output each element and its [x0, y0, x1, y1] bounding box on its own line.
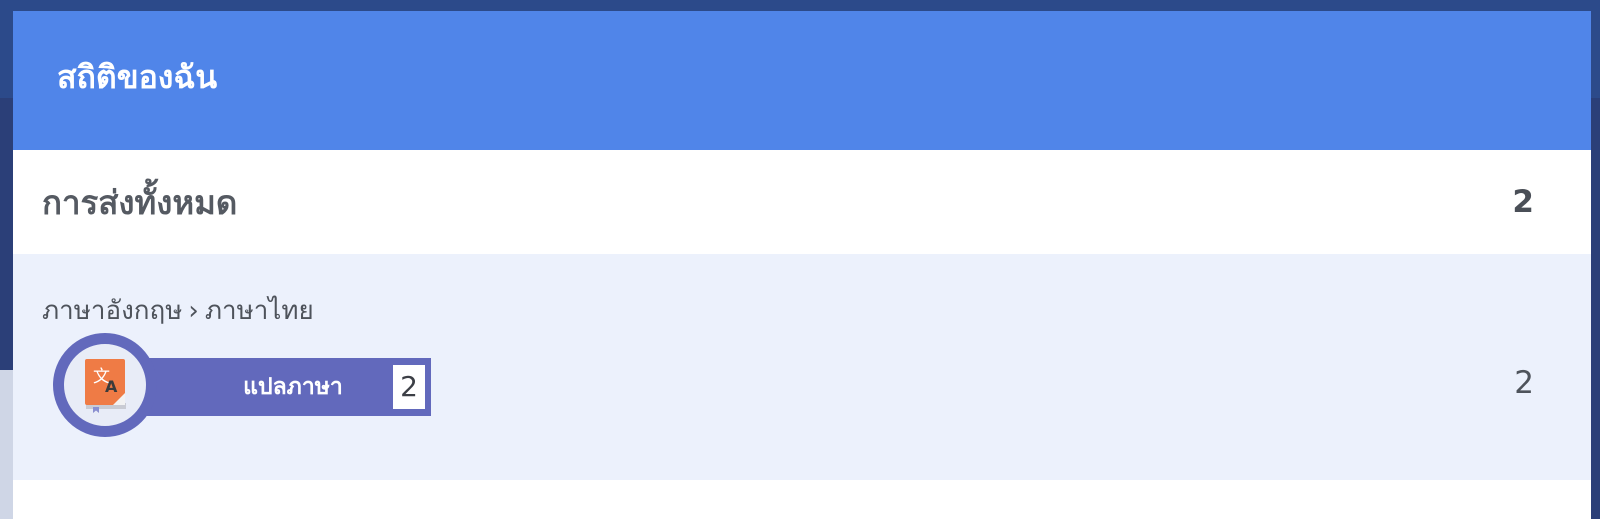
- badge-count: 2: [393, 365, 425, 409]
- total-submissions-row: การส่งทั้งหมด 2: [13, 150, 1591, 254]
- target-language: ภาษาไทย: [204, 296, 314, 326]
- language-pair-value: 2: [1514, 365, 1534, 401]
- translate-book-icon: 文 A: [85, 359, 126, 413]
- total-submissions-label: การส่งทั้งหมด: [42, 182, 238, 222]
- total-submissions-value: 2: [1512, 184, 1534, 220]
- language-pair-separator: ›: [188, 296, 199, 326]
- translation-badge: แปลภาษา 2 文 A: [53, 333, 433, 441]
- background-page-right: [1591, 98, 1600, 519]
- stats-modal: สถิติของฉัน การส่งทั้งหมด 2 ภาษาอังกฤษ › ภ…: [13, 11, 1591, 519]
- modal-title: สถิติของฉัน: [57, 58, 218, 96]
- source-language: ภาษาอังกฤษ: [42, 296, 183, 326]
- modal-header: สถิติของฉัน: [13, 11, 1591, 150]
- svg-text:A: A: [105, 377, 118, 396]
- badge-label: แปลภาษา: [243, 374, 343, 400]
- language-pair-title: ภาษาอังกฤษ › ภาษาไทย: [42, 290, 314, 331]
- background-page-left-content: [0, 370, 14, 519]
- language-pair-section: ภาษาอังกฤษ › ภาษาไทย แปลภาษา 2 文 A 2: [13, 254, 1591, 480]
